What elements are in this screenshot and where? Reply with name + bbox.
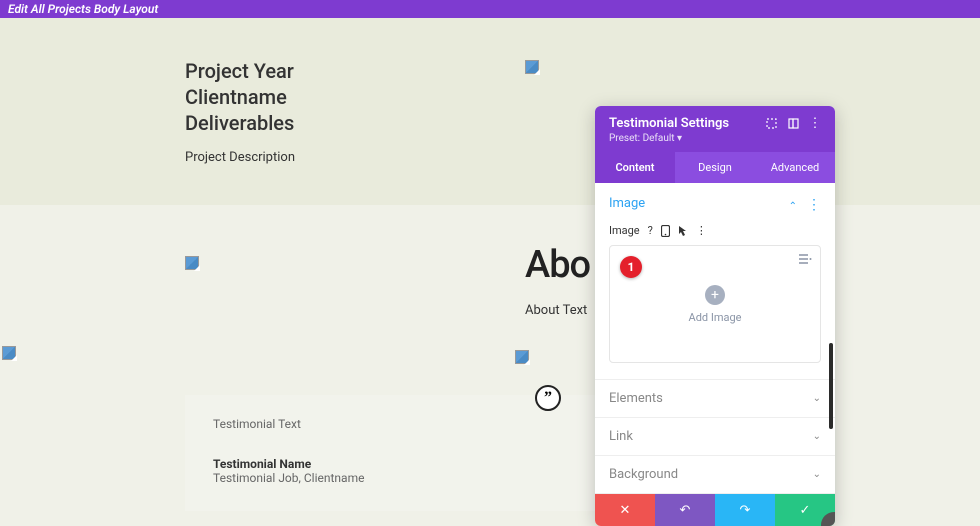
add-image-dropzone[interactable]: 1 + Add Image — [609, 245, 821, 363]
hover-icon[interactable] — [678, 225, 688, 237]
hero-description: Project Description — [185, 150, 980, 165]
top-bar: Edit All Projects Body Layout — [0, 0, 980, 18]
section-image-menu-icon[interactable]: ⋮ — [807, 197, 821, 213]
add-image-label: Add Image — [689, 311, 742, 324]
dynamic-content-icon[interactable] — [799, 254, 812, 265]
preset-label: Preset: — [609, 133, 640, 144]
discard-button[interactable]: ✕ — [595, 494, 655, 526]
preset-value: Default — [643, 133, 675, 144]
redo-icon: ↷ — [740, 503, 751, 518]
chevron-down-icon: ⌄ — [813, 393, 821, 404]
section-background: Background ⌄ — [595, 456, 835, 494]
section-background-header[interactable]: Background ⌄ — [595, 456, 835, 493]
quote-icon: ” — [535, 385, 561, 411]
image-field-label: Image — [609, 224, 640, 237]
hero-heading: Project Year Clientname Deliverables — [185, 58, 980, 136]
help-icon[interactable]: ? — [648, 224, 653, 237]
section-link-label: Link — [609, 429, 633, 444]
panel-tabs: Content Design Advanced — [595, 152, 835, 183]
settings-panel[interactable]: Testimonial Settings ⋮ Preset: Default ▾ — [595, 106, 835, 526]
about-text: About Text — [525, 303, 590, 318]
chevron-up-icon: ⌃ — [789, 201, 797, 212]
section-elements: Elements ⌄ — [595, 380, 835, 418]
section-link: Link ⌄ — [595, 418, 835, 456]
preset-row[interactable]: Preset: Default ▾ — [609, 133, 821, 144]
chevron-down-icon: ⌄ — [813, 431, 821, 442]
preset-caret-icon: ▾ — [677, 133, 682, 144]
panel-action-bar: ✕ ↶ ↷ ✓ — [595, 494, 835, 526]
redo-button[interactable]: ↷ — [715, 494, 775, 526]
section-image-label: Image — [609, 196, 645, 211]
about-title: Abo — [525, 243, 590, 287]
panel-title: Testimonial Settings — [609, 116, 729, 131]
testimonial-card[interactable]: Testimonial Text Testimonial Name Testim… — [185, 395, 595, 511]
check-icon: ✓ — [800, 503, 811, 518]
step-marker: 1 — [620, 256, 642, 278]
expand-icon[interactable] — [765, 118, 777, 130]
field-more-icon[interactable]: ⋮ — [696, 224, 707, 237]
canvas: Project Year Clientname Deliverables Pro… — [0, 18, 980, 519]
section-elements-header[interactable]: Elements ⌄ — [595, 380, 835, 417]
top-bar-title: Edit All Projects Body Layout — [8, 2, 158, 16]
chevron-down-icon: ⌄ — [813, 469, 821, 480]
plus-icon: + — [705, 285, 725, 305]
section-image: Image ⌃ ⋮ Image ? — [595, 183, 835, 380]
hero-line-1: Project Year — [185, 59, 294, 83]
snap-icon[interactable] — [787, 118, 799, 130]
undo-button[interactable]: ↶ — [655, 494, 715, 526]
close-icon: ✕ — [620, 503, 631, 518]
section-background-label: Background — [609, 467, 678, 482]
about-block: Abo About Text — [525, 243, 590, 318]
tab-content[interactable]: Content — [595, 152, 675, 183]
scrollbar[interactable] — [829, 343, 833, 429]
panel-header[interactable]: Testimonial Settings ⋮ Preset: Default ▾ — [595, 106, 835, 152]
section-link-header[interactable]: Link ⌄ — [595, 418, 835, 455]
hero-line-2: Clientname — [185, 85, 287, 109]
image-field-row: Image ? ⋮ — [609, 224, 821, 237]
section-image-header[interactable]: Image ⌃ ⋮ — [595, 183, 835, 224]
undo-icon: ↶ — [680, 503, 691, 518]
tab-advanced[interactable]: Advanced — [755, 152, 835, 183]
hero-image-placeholder-icon — [525, 60, 539, 74]
tab-design[interactable]: Design — [675, 152, 755, 183]
mid-image-placeholder-icon — [515, 350, 529, 364]
section-elements-label: Elements — [609, 391, 663, 406]
testimonial-name: Testimonial Name — [213, 457, 567, 471]
testimonial-job: Testimonial Job, Clientname — [213, 471, 567, 485]
testimonial-text: Testimonial Text — [213, 417, 567, 431]
panel-more-icon[interactable]: ⋮ — [809, 118, 821, 130]
responsive-icon[interactable] — [661, 225, 670, 237]
about-image-placeholder-icon — [185, 256, 199, 270]
hero-line-3: Deliverables — [185, 111, 294, 135]
edge-image-placeholder-icon — [2, 346, 16, 360]
